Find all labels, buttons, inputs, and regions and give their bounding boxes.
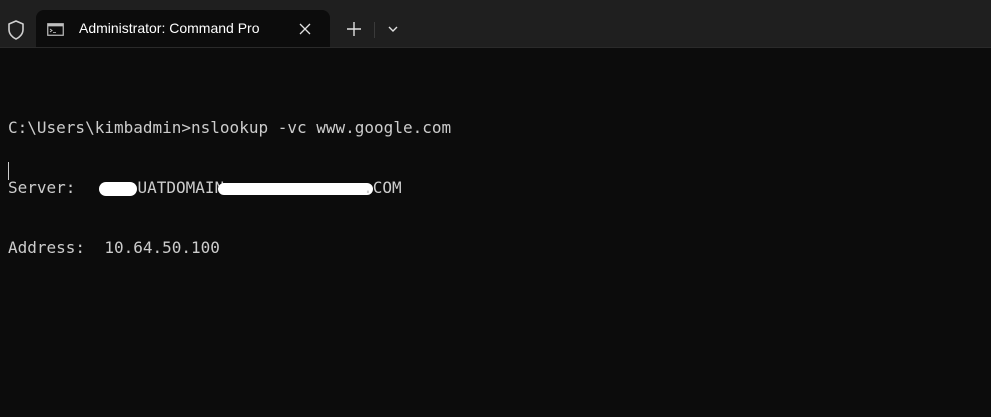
server-line: Server: UATDOMAIN .COM	[8, 178, 451, 198]
chevron-down-icon[interactable]	[384, 21, 402, 37]
tab-bar: Administrator: Command Pro	[0, 0, 991, 48]
address-value: 10.64.50.100	[104, 238, 220, 257]
text-cursor	[8, 162, 9, 180]
address-label: Address:	[8, 238, 86, 257]
address-line: Address: 10.64.50.100	[8, 238, 451, 258]
command-line: C:\Users\kimbadmin>nslookup -vc www.goog…	[8, 118, 452, 137]
terminal-window: Administrator: Command Pro C:\Users\kimb…	[0, 0, 991, 417]
tab-title: Administrator: Command Pro	[79, 20, 260, 36]
server-label: Server:	[8, 178, 76, 197]
tab-command-prompt[interactable]: Administrator: Command Pro	[36, 10, 330, 47]
server-value-suffix: .COM	[363, 178, 402, 197]
terminal-text: C:\Users\kimbadmin>nslookup -vc www.goog…	[8, 78, 451, 298]
tab-separator	[374, 22, 375, 38]
shield-icon	[8, 20, 24, 40]
terminal-icon	[47, 23, 64, 36]
terminal-output[interactable]: C:\Users\kimbadmin>nslookup -vc www.goog…	[0, 48, 991, 417]
redaction-mark	[99, 181, 138, 196]
redaction-mark	[218, 182, 374, 195]
close-icon[interactable]	[298, 22, 312, 36]
server-value: UATDOMAIN	[137, 178, 225, 197]
plus-icon[interactable]	[343, 18, 365, 40]
